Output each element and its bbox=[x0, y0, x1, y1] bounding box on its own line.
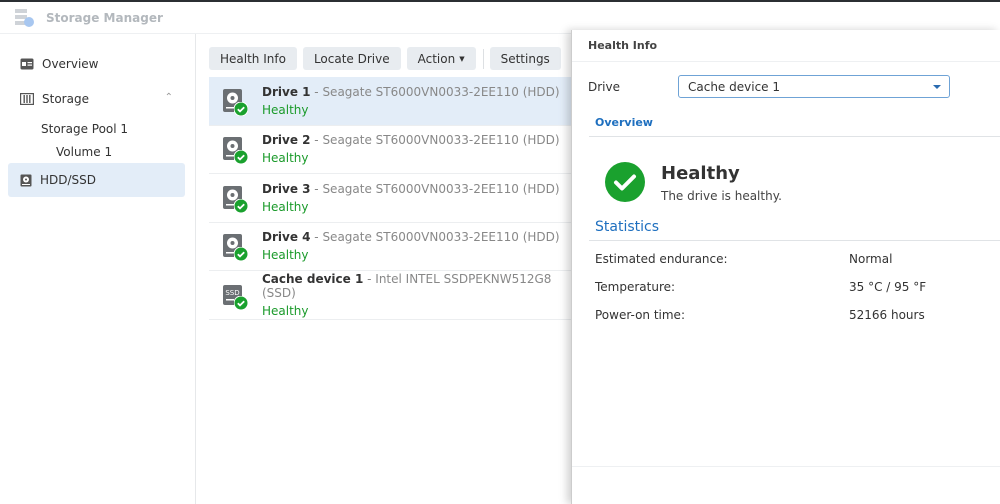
drive-name: Drive 3 bbox=[262, 181, 311, 196]
drive-icon bbox=[223, 232, 248, 262]
drive-name: Cache device 1 bbox=[262, 271, 364, 286]
healthy-check-icon bbox=[234, 295, 248, 310]
sidebar-item-overview[interactable]: Overview bbox=[8, 47, 185, 81]
health-info-panel: Health Info Drive Cache device 1 Overvie… bbox=[571, 30, 1000, 504]
tab-divider bbox=[589, 136, 1000, 137]
healthy-check-icon bbox=[234, 150, 248, 165]
drive-name: Drive 2 bbox=[262, 133, 311, 148]
panel-title: Health Info bbox=[572, 30, 1000, 62]
drive-list-item[interactable]: Drive 3 - Seagate ST6000VN0033-2EE110 (H… bbox=[209, 174, 571, 223]
stat-value-power-on-time: 52166 hours bbox=[849, 308, 925, 322]
sidebar-item-storage-pool-1[interactable]: Storage Pool 1 bbox=[41, 122, 128, 136]
sidebar-item-storage[interactable]: Storage ⌃ bbox=[8, 82, 185, 116]
drive-list-item[interactable]: Drive 4 - Seagate ST6000VN0033-2EE110 (H… bbox=[209, 223, 571, 271]
healthy-check-icon bbox=[605, 162, 645, 202]
drive-status: Healthy bbox=[262, 102, 309, 117]
drive-icon bbox=[223, 135, 248, 165]
drive-name: Drive 1 bbox=[262, 84, 311, 99]
statistics-heading: Statistics bbox=[595, 219, 659, 235]
caret-down-icon bbox=[933, 85, 941, 89]
drive-model: - Seagate ST6000VN0033-2EE110 (HDD) bbox=[310, 230, 560, 245]
locate-drive-button[interactable]: Locate Drive bbox=[302, 47, 401, 70]
drive-icon bbox=[223, 87, 248, 116]
sidebar-item-label: HDD/SSD bbox=[40, 173, 97, 187]
drive-status: Healthy bbox=[262, 303, 309, 318]
drive-list-item[interactable]: Drive 2 - Seagate ST6000VN0033-2EE110 (H… bbox=[209, 126, 571, 174]
drive-select-value: Cache device 1 bbox=[688, 80, 780, 94]
action-dropdown-button[interactable]: Action ▼ bbox=[406, 47, 476, 70]
healthy-check-icon bbox=[234, 101, 248, 116]
sidebar-item-label: Overview bbox=[42, 57, 99, 71]
storage-icon bbox=[20, 93, 34, 105]
health-status-description: The drive is healthy. bbox=[661, 189, 782, 203]
drive-model: - Seagate ST6000VN0033-2EE110 (HDD) bbox=[310, 84, 560, 99]
overview-icon bbox=[20, 58, 34, 70]
drive-status: Healthy bbox=[262, 151, 309, 166]
stat-label-endurance: Estimated endurance: bbox=[595, 252, 728, 266]
drive-select[interactable]: Cache device 1 bbox=[678, 75, 950, 98]
sidebar: Overview Storage ⌃ Storage Pool 1 Volume… bbox=[0, 34, 196, 504]
stat-label-temperature: Temperature: bbox=[595, 280, 676, 294]
drive-status: Healthy bbox=[262, 248, 309, 263]
statistics-divider bbox=[589, 240, 1000, 241]
toolbar-divider bbox=[482, 48, 484, 69]
drive-model: - Seagate ST6000VN0033-2EE110 (HDD) bbox=[310, 181, 560, 196]
stat-label-power-on-time: Power-on time: bbox=[595, 308, 685, 322]
hdd-icon bbox=[20, 174, 32, 186]
panel-footer-divider bbox=[572, 466, 1000, 467]
health-info-button[interactable]: Health Info bbox=[209, 47, 297, 70]
health-status-title: Healthy bbox=[661, 163, 740, 184]
settings-button[interactable]: Settings bbox=[489, 47, 561, 70]
stat-value-temperature: 35 °C / 95 °F bbox=[849, 280, 927, 294]
drive-icon: SSD bbox=[223, 281, 248, 310]
stat-value-endurance: Normal bbox=[849, 252, 893, 266]
drive-name: Drive 4 bbox=[262, 230, 311, 245]
storage-manager-app-icon bbox=[15, 8, 34, 27]
sidebar-item-volume-1[interactable]: Volume 1 bbox=[56, 145, 112, 159]
drive-list-item[interactable]: Drive 1 - Seagate ST6000VN0033-2EE110 (H… bbox=[209, 77, 571, 126]
drive-status: Healthy bbox=[262, 199, 309, 214]
drive-list: Drive 1 - Seagate ST6000VN0033-2EE110 (H… bbox=[209, 77, 571, 320]
sidebar-item-hdd-ssd[interactable]: HDD/SSD bbox=[8, 163, 185, 197]
app-title: Storage Manager bbox=[46, 10, 163, 25]
drive-label: Drive bbox=[588, 80, 620, 94]
caret-down-icon: ▼ bbox=[459, 54, 465, 63]
drive-list-item[interactable]: SSD Cache device 1 - Intel INTEL SSDPEKNW… bbox=[209, 271, 571, 320]
healthy-check-icon bbox=[234, 247, 248, 262]
toolbar: Health Info Locate Drive Action ▼ Setting… bbox=[209, 47, 561, 70]
drive-icon bbox=[223, 184, 248, 213]
drive-model: - Seagate ST6000VN0033-2EE110 (HDD) bbox=[310, 133, 560, 148]
chevron-up-icon[interactable]: ⌃ bbox=[165, 92, 173, 103]
action-label: Action bbox=[417, 51, 456, 66]
healthy-check-icon bbox=[234, 198, 248, 213]
tab-overview[interactable]: Overview bbox=[595, 116, 653, 129]
sidebar-item-label: Storage bbox=[42, 92, 89, 106]
